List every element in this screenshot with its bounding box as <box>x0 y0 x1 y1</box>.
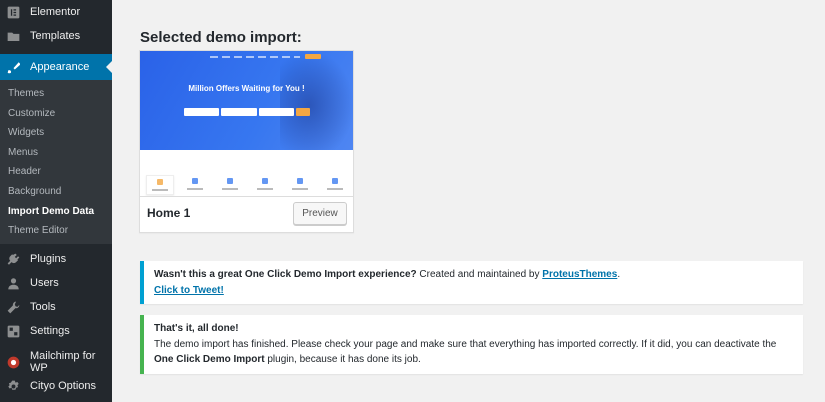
plug-icon <box>7 253 20 266</box>
demo-footer: Home 1 Preview <box>140 197 353 232</box>
success-message-end: plugin, because it has done its job. <box>264 354 421 365</box>
submenu-background[interactable]: Background <box>0 182 112 202</box>
success-notice: That's it, all done! The demo import has… <box>140 315 803 374</box>
screenshot-person-image <box>280 51 353 150</box>
demo-screenshot: Million Offers Waiting for You ! <box>140 51 353 197</box>
notice-question: Wasn't this a great One Click Demo Impor… <box>154 269 417 280</box>
menu-appearance[interactable]: Appearance <box>0 54 112 80</box>
submenu-themes[interactable]: Themes <box>0 84 112 104</box>
gear-icon <box>7 380 20 393</box>
menu-templates[interactable]: Templates <box>0 24 112 48</box>
success-title: That's it, all done! <box>154 323 239 334</box>
click-to-tweet-link[interactable]: Click to Tweet! <box>154 285 224 296</box>
menu-mailchimp[interactable]: Mailchimp for WP <box>0 350 112 374</box>
plugin-name: One Click Demo Import <box>154 354 265 365</box>
menu-appearance-label: Appearance <box>30 61 90 73</box>
screenshot-search-bar <box>184 108 310 116</box>
admin-sidebar: Elementor Templates Appearance Themes Cu… <box>0 0 112 402</box>
submenu-menus[interactable]: Menus <box>0 143 112 163</box>
main-content: Selected demo import: Million Offers Wai… <box>112 0 825 402</box>
menu-mailchimp-label: Mailchimp for WP <box>30 350 96 374</box>
menu-cityo-options-label: Cityo Options <box>30 380 97 392</box>
menu-elementor[interactable]: Elementor <box>0 0 112 24</box>
menu-plugins[interactable]: Plugins <box>0 247 112 271</box>
notice-period: . <box>617 269 621 280</box>
menu-settings-label: Settings <box>30 325 70 337</box>
screenshot-hero-title: Million Offers Waiting for You ! <box>188 84 305 93</box>
preview-button[interactable]: Preview <box>293 202 347 225</box>
demo-card: Million Offers Waiting for You ! Home 1 … <box>139 50 354 233</box>
submenu-customize[interactable]: Customize <box>0 104 112 124</box>
page-heading: Selected demo import: <box>140 29 302 46</box>
submenu-import-demo-data[interactable]: Import Demo Data <box>0 202 112 222</box>
screenshot-nav <box>210 56 300 58</box>
notice-credit-text: Created and maintained by <box>416 269 543 280</box>
paintbrush-icon <box>7 61 20 74</box>
submenu-widgets[interactable]: Widgets <box>0 123 112 143</box>
appearance-submenu: Themes Customize Widgets Menus Header Ba… <box>0 80 112 244</box>
mailchimp-icon <box>7 356 20 369</box>
menu-elementor-label: Elementor <box>30 6 81 18</box>
screenshot-hero: Million Offers Waiting for You ! <box>140 51 353 150</box>
settings-icon <box>7 325 20 338</box>
demo-name: Home 1 <box>147 206 191 220</box>
elementor-icon <box>7 6 20 19</box>
info-notice: Wasn't this a great One Click Demo Impor… <box>140 261 803 304</box>
menu-tools-label: Tools <box>30 301 56 313</box>
folder-icon <box>7 30 20 43</box>
success-message: The demo import has finished. Please che… <box>154 338 777 350</box>
menu-settings[interactable]: Settings <box>0 319 112 343</box>
menu-templates-label: Templates <box>30 30 81 42</box>
menu-cityo-options[interactable]: Cityo Options <box>0 374 112 398</box>
menu-plugins-label: Plugins <box>30 253 67 265</box>
submenu-header[interactable]: Header <box>0 162 112 182</box>
menu-tools[interactable]: Tools <box>0 295 112 319</box>
proteusthemes-link[interactable]: ProteusThemes <box>542 269 617 280</box>
screenshot-categories <box>146 175 349 195</box>
user-icon <box>7 277 20 290</box>
screenshot-nav-button <box>305 54 321 59</box>
wrench-icon <box>7 301 20 314</box>
submenu-theme-editor[interactable]: Theme Editor <box>0 221 112 241</box>
menu-users[interactable]: Users <box>0 271 112 295</box>
menu-users-label: Users <box>30 277 59 289</box>
